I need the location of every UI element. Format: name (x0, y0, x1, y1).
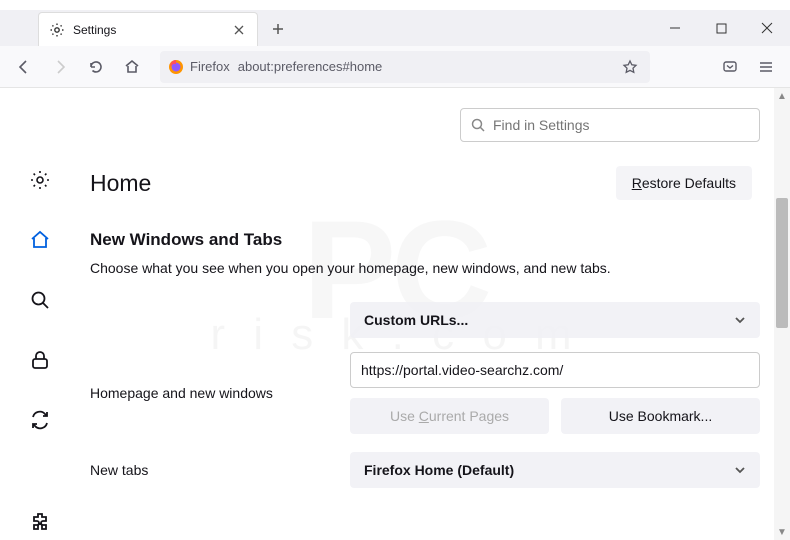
toolbar: Firefox about:preferences#home (0, 46, 790, 88)
browser-tab[interactable]: Settings (38, 12, 258, 46)
select-value: Custom URLs... (364, 312, 468, 328)
chevron-down-icon (734, 464, 746, 476)
tab-title: Settings (73, 23, 223, 37)
urlbar-identity-label: Firefox (190, 59, 230, 74)
scroll-up-arrow[interactable]: ▲ (774, 88, 790, 104)
homepage-url-input[interactable] (350, 352, 760, 388)
sidebar-item-privacy[interactable] (22, 342, 58, 378)
gear-icon (49, 22, 65, 38)
section-desc: Choose what you see when you open your h… (90, 260, 760, 276)
scrollbar-thumb[interactable] (776, 198, 788, 328)
close-icon[interactable] (231, 22, 247, 38)
settings-sidebar (0, 88, 80, 540)
tab-strip: Settings (0, 10, 790, 46)
use-current-pages-button: Use Current Pages (350, 398, 549, 434)
firefox-icon (168, 59, 184, 75)
urlbar-identity: Firefox (168, 59, 230, 75)
back-button[interactable] (8, 51, 40, 83)
new-tab-button[interactable] (264, 15, 292, 43)
reload-button[interactable] (80, 51, 112, 83)
sidebar-item-home[interactable] (22, 222, 58, 258)
sidebar-item-search[interactable] (22, 282, 58, 318)
forward-button (44, 51, 76, 83)
bookmark-star-icon[interactable] (618, 55, 642, 79)
select-value: Firefox Home (Default) (364, 462, 514, 478)
content-area: Home Restore Defaults New Windows and Ta… (0, 88, 790, 540)
page-title: Home (90, 170, 151, 197)
search-icon (471, 118, 485, 132)
newtabs-label: New tabs (90, 462, 330, 478)
window-controls (652, 10, 790, 46)
minimize-button[interactable] (652, 10, 698, 46)
urlbar[interactable]: Firefox about:preferences#home (160, 51, 650, 83)
sidebar-item-sync[interactable] (22, 402, 58, 438)
titlebar (0, 0, 790, 10)
section-title: New Windows and Tabs (90, 230, 760, 250)
home-button[interactable] (116, 51, 148, 83)
pocket-button[interactable] (714, 51, 746, 83)
sidebar-item-extensions[interactable] (22, 504, 58, 540)
newtabs-select[interactable]: Firefox Home (Default) (350, 452, 760, 488)
urlbar-url: about:preferences#home (238, 59, 610, 74)
homepage-mode-select[interactable]: Custom URLs... (350, 302, 760, 338)
find-input[interactable] (493, 117, 749, 133)
use-bookmark-button[interactable]: Use Bookmark... (561, 398, 760, 434)
scroll-down-arrow[interactable]: ▼ (774, 524, 790, 540)
scrollbar[interactable]: ▲ ▼ (774, 88, 790, 540)
find-in-settings[interactable] (460, 108, 760, 142)
sidebar-item-general[interactable] (22, 162, 58, 198)
restore-defaults-button[interactable]: Restore Defaults (616, 166, 752, 200)
maximize-button[interactable] (698, 10, 744, 46)
homepage-label-text: Homepage and new windows (90, 385, 330, 401)
menu-button[interactable] (750, 51, 782, 83)
close-window-button[interactable] (744, 10, 790, 46)
settings-main: Home Restore Defaults New Windows and Ta… (80, 88, 790, 540)
chevron-down-icon (734, 314, 746, 326)
